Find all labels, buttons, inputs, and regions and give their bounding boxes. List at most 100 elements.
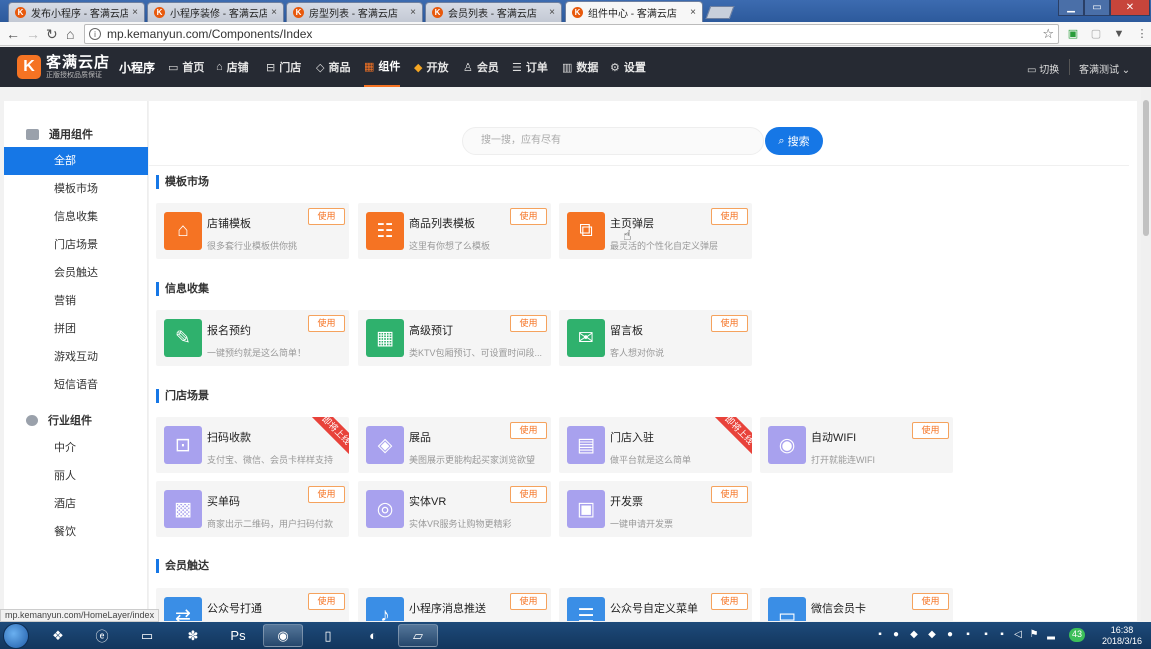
obs-icon[interactable]: ◐ — [353, 624, 393, 647]
nav-orders[interactable]: ☰ 订单 — [512, 47, 548, 87]
tray-icon[interactable]: ◆ — [908, 629, 920, 641]
component-card[interactable]: ♪ 小程序消息推送 使用 — [358, 588, 551, 621]
nav-components[interactable]: ▦ 组件 — [364, 47, 401, 87]
component-card[interactable]: ☰ 公众号自定义菜单 使用 — [559, 588, 752, 621]
sidebar-item-info-collect[interactable]: 信息收集 — [4, 203, 148, 231]
info-icon[interactable]: i — [89, 28, 101, 40]
browser-tab[interactable]: K 会员列表 - 客满云店 × — [425, 2, 562, 22]
back-arrow-icon[interactable]: ← — [6, 26, 20, 42]
component-card[interactable]: ◉ 自动WIFI 打开就能连WIFI 使用 — [760, 417, 953, 473]
extension-icon[interactable]: ▣ — [1066, 27, 1080, 41]
network-icon[interactable]: ▂ — [1045, 629, 1057, 641]
reload-icon[interactable]: ↻ — [46, 26, 58, 42]
menu-dots-icon[interactable]: ⋮ — [1135, 27, 1149, 41]
tray-icon[interactable]: ● — [890, 629, 902, 641]
volume-icon[interactable]: ◁ — [1012, 629, 1024, 641]
sidebar-item-beauty[interactable]: 丽人 — [4, 462, 148, 490]
search-button[interactable]: ⌕ 搜索 — [765, 127, 823, 155]
address-bar[interactable]: i mp.kemanyun.com/Components/Index ☆ — [84, 24, 1059, 44]
use-button[interactable]: 使用 — [912, 422, 949, 439]
sidebar-item-group-buy[interactable]: 拼团 — [4, 315, 148, 343]
app-icon[interactable]: ✽ — [173, 624, 213, 647]
use-button[interactable]: 使用 — [510, 422, 547, 439]
flag-icon[interactable]: ⚑ — [1028, 629, 1040, 641]
nav-products[interactable]: ◇ 商品 — [316, 47, 350, 87]
close-window-button[interactable]: ✕ — [1110, 0, 1150, 16]
browser-tab[interactable]: K 房型列表 - 客满云店 × — [286, 2, 423, 22]
component-card[interactable]: ☷ 商品列表模板 这里有你想了么模板 使用 — [358, 203, 551, 259]
minimize-button[interactable]: ▁ — [1058, 0, 1084, 16]
browser-tab[interactable]: K 发布小程序 - 客满云店 × — [8, 2, 145, 22]
nav-shop[interactable]: ⌂ 店铺 — [216, 47, 249, 87]
use-button[interactable]: 使用 — [711, 315, 748, 332]
sidebar-item-agency[interactable]: 中介 — [4, 434, 148, 462]
use-button[interactable]: 使用 — [510, 208, 547, 225]
tray-icon[interactable]: ▪ — [980, 629, 992, 641]
component-card[interactable]: ▦ 高级预订 类KTV包厢预订、可设置时间段... 使用 — [358, 310, 551, 366]
nav-members[interactable]: ♙ 会员 — [463, 47, 499, 87]
brand-logo[interactable]: K 客满云店 正版授权品质保证 小程序 — [17, 55, 155, 79]
use-button[interactable]: 使用 — [711, 486, 748, 503]
component-card[interactable]: ◎ 实体VR 实体VR服务让购物更精彩 使用 — [358, 481, 551, 537]
ie-icon[interactable]: ⓔ — [82, 624, 122, 647]
switch-button[interactable]: ▭ 切换 — [1027, 61, 1059, 76]
nav-open[interactable]: ◆ 开放 — [414, 47, 448, 87]
scrollbar-thumb[interactable] — [1143, 100, 1149, 236]
use-button[interactable]: 使用 — [912, 593, 949, 610]
chrome-icon[interactable]: ◉ — [263, 624, 303, 647]
photoshop-icon[interactable]: Ps — [218, 624, 258, 647]
nav-home[interactable]: ▭ 首页 — [168, 47, 204, 87]
close-icon[interactable]: × — [690, 7, 696, 18]
tray-icon[interactable]: ▪ — [996, 629, 1008, 641]
new-tab-button[interactable] — [705, 6, 735, 19]
component-card[interactable]: ◈ 展品 美图展示更能构起买家浏览欲望 使用 — [358, 417, 551, 473]
clock[interactable]: 16:38 2018/3/16 — [1097, 625, 1147, 647]
use-button[interactable]: 使用 — [510, 315, 547, 332]
sidebar-item-games[interactable]: 游戏互动 — [4, 343, 148, 371]
close-icon[interactable]: × — [549, 7, 555, 18]
sidebar-item-all[interactable]: 全部 — [4, 147, 148, 175]
windows-logo-icon[interactable]: ❖ — [38, 624, 78, 647]
sidebar-item-member-reach[interactable]: 会员触达 — [4, 259, 148, 287]
bookmark-star-icon[interactable]: ☆ — [1042, 26, 1054, 42]
nav-stores[interactable]: ⊟ 门店 — [266, 47, 301, 87]
use-button[interactable]: 使用 — [308, 208, 345, 225]
sidebar-item-templates[interactable]: 模板市场 — [4, 175, 148, 203]
tray-icon[interactable]: ◆ — [926, 629, 938, 641]
component-card[interactable]: ⌂ 店铺模板 很多套行业模板供你挑 使用 — [156, 203, 349, 259]
sidebar-item-dining[interactable]: 餐饮 — [4, 518, 148, 546]
nav-data[interactable]: ▥ 数据 — [562, 47, 598, 87]
window-icon[interactable]: ▱ — [398, 624, 438, 647]
vivaldi-extension-icon[interactable]: ▼ — [1112, 27, 1126, 41]
component-card[interactable]: ✎ 报名预约 一键预约就是这么简单！ 使用 — [156, 310, 349, 366]
search-input[interactable]: 搜一搜，应有尽有 — [462, 127, 764, 155]
home-icon[interactable]: ⌂ — [66, 26, 74, 42]
forward-arrow-icon[interactable]: → — [26, 26, 40, 42]
use-button[interactable]: 使用 — [711, 208, 748, 225]
extension-icon[interactable]: ▢ — [1089, 27, 1103, 41]
use-button[interactable]: 使用 — [711, 593, 748, 610]
component-card[interactable]: ▤ 门店入驻 做平台就是这么简单 即将上线 — [559, 417, 752, 473]
component-card[interactable]: ✉ 留言板 客人想对你说 使用 — [559, 310, 752, 366]
component-card[interactable]: ▩ 买单码 商家出示二维码，用户扫码付款 使用 — [156, 481, 349, 537]
component-card[interactable]: ⇄ 公众号打通 使用 — [156, 588, 349, 621]
browser-tab[interactable]: K 小程序装修 - 客满云店 × — [147, 2, 284, 22]
component-card[interactable]: ▭ 微信会员卡 使用 — [760, 588, 953, 621]
badge-count[interactable]: 43 — [1069, 628, 1085, 642]
component-card[interactable]: ⊡ 扫码收款 支付宝、微信、会员卡样样支持 即将上线 — [156, 417, 349, 473]
close-icon[interactable]: × — [132, 7, 138, 18]
use-button[interactable]: 使用 — [308, 315, 345, 332]
use-button[interactable]: 使用 — [510, 593, 547, 610]
browser-tab-active[interactable]: K 组件中心 - 客满云店 × — [565, 1, 703, 22]
mobile-app-icon[interactable]: ▯ — [308, 624, 348, 647]
start-button[interactable] — [3, 623, 29, 649]
tray-icon[interactable]: ● — [944, 629, 956, 641]
sidebar-item-hotel[interactable]: 酒店 — [4, 490, 148, 518]
folder-icon[interactable]: ▭ — [127, 624, 167, 647]
close-icon[interactable]: × — [410, 7, 416, 18]
component-card[interactable]: ▣ 开发票 一键申请开发票 使用 — [559, 481, 752, 537]
account-menu[interactable]: 客满测试 ⌄ — [1079, 61, 1130, 76]
nav-settings[interactable]: ⚙ 设置 — [610, 47, 646, 87]
use-button[interactable]: 使用 — [308, 593, 345, 610]
use-button[interactable]: 使用 — [510, 486, 547, 503]
